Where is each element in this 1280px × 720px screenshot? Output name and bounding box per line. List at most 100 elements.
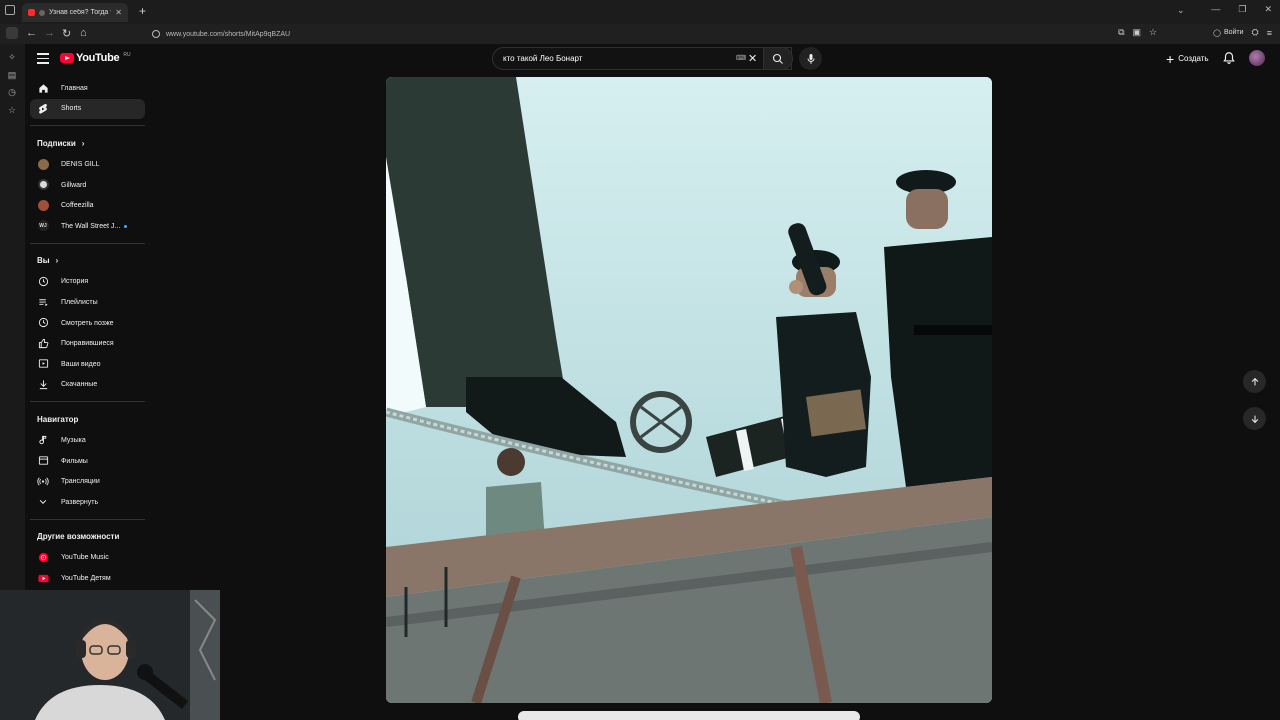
music-icon — [37, 434, 49, 446]
bookmark-star-icon[interactable]: ☆ — [1149, 27, 1157, 38]
account-avatar[interactable] — [1249, 50, 1265, 66]
logo-region: RU — [123, 52, 131, 58]
search-query: кто такой Лео Бонарт — [503, 54, 583, 63]
sidebar-item-music[interactable]: Музыка — [30, 430, 145, 451]
close-window-button[interactable]: ✕ — [1264, 4, 1272, 15]
screen: Узнав себя? Тогда ты не о... ✕ + ⌄ — ❐ ✕… — [0, 0, 1280, 720]
new-tab-button[interactable]: + — [139, 4, 146, 18]
sidebar-item-youtube-kids[interactable]: YouTube Детям — [30, 568, 145, 589]
history-rail-icon[interactable]: ◷ — [7, 87, 17, 97]
audio-playing-icon[interactable] — [39, 9, 45, 16]
sidebar-item-your-videos[interactable]: Ваши видео — [30, 354, 145, 375]
sidebar-item-label: Shorts — [61, 105, 82, 113]
clear-search-icon[interactable]: ✕ — [748, 52, 757, 65]
sidebar-item-history[interactable]: История — [30, 272, 145, 293]
close-tab-icon[interactable]: ✕ — [115, 8, 122, 17]
sidebar-item-subscription[interactable]: DENIS GILL — [30, 154, 145, 175]
forward-button[interactable]: → — [44, 27, 55, 39]
sidebar-item-label: Фильмы — [61, 457, 88, 465]
create-button[interactable]: + Создать — [1160, 49, 1215, 68]
sidebar-item-label: История — [61, 278, 89, 286]
search-button[interactable] — [763, 47, 793, 70]
section-title: Другие возможности — [37, 532, 120, 541]
youtube-logo[interactable]: YouTube RU — [60, 52, 131, 64]
sidebar-item-label: Смотреть позже — [61, 319, 114, 327]
logo-text: YouTube — [76, 52, 120, 64]
tabs-dropdown-icon[interactable]: ⌄ — [1177, 5, 1185, 16]
sidebar-item-youtube-music[interactable]: YouTube Music — [30, 548, 145, 569]
movies-icon — [37, 455, 49, 467]
sidebar-panel-icon[interactable] — [6, 27, 18, 39]
sidebar-item-subscription[interactable]: Gillward — [30, 175, 145, 196]
sidebar-item-home[interactable]: Главная — [30, 78, 145, 99]
toolbar-right: ⧉ ▣ ☆ ◯ Войти ⛭ ≡ — [1118, 27, 1272, 38]
guide-sidebar: Главная Shorts Подписки › DENIS GILL Gill… — [30, 78, 145, 589]
sidebar-item-playlists[interactable]: Плейлисты — [30, 292, 145, 313]
sidebar-item-watch-later[interactable]: Смотреть позже — [30, 313, 145, 334]
divider — [30, 401, 145, 403]
webcam-overlay — [0, 590, 220, 720]
address-bar[interactable]: www.youtube.com/shorts/MitAp9qBZAU — [152, 27, 290, 41]
favorites-rail-icon[interactable]: ☆ — [7, 105, 17, 115]
ai-assistant-icon[interactable]: ✧ — [7, 52, 17, 62]
explore-header: Навигатор — [30, 408, 145, 430]
watch-later-icon — [37, 317, 49, 329]
sidebar-item-label: Плейлисты — [61, 298, 98, 306]
youtube-kids-icon — [37, 572, 49, 584]
sidebar-toggle-icon[interactable] — [5, 5, 15, 15]
channel-name: The Wall Street J... — [61, 222, 121, 230]
sidebar-item-live[interactable]: Трансляции — [30, 471, 145, 492]
voice-search-button[interactable] — [799, 47, 822, 70]
chevron-down-icon — [37, 496, 49, 508]
search-input[interactable]: кто такой Лео Бонарт ⌨ ✕ — [492, 47, 792, 70]
video-frame — [386, 77, 992, 703]
site-info-icon[interactable] — [152, 30, 160, 38]
sidebar-item-liked[interactable]: Понравившиеся — [30, 333, 145, 354]
reload-button[interactable]: ↻ — [62, 27, 71, 40]
browser-login-button[interactable]: ◯ Войти — [1213, 29, 1243, 37]
youtube-play-icon — [60, 53, 74, 63]
maximize-button[interactable]: ❐ — [1238, 4, 1246, 15]
playlists-icon — [37, 296, 49, 308]
browser-tab[interactable]: Узнав себя? Тогда ты не о... ✕ — [22, 3, 128, 22]
plus-icon: + — [1166, 50, 1175, 67]
you-header[interactable]: Вы › — [30, 250, 145, 272]
microphone-icon — [807, 53, 814, 64]
section-title: Навигатор — [37, 414, 79, 424]
channel-avatar — [37, 158, 49, 170]
download-icon — [37, 379, 49, 391]
next-short-button[interactable] — [1243, 407, 1266, 430]
previous-short-button[interactable] — [1243, 370, 1266, 393]
sidebar-item-subscription[interactable]: Coffeezilla — [30, 195, 145, 216]
sidebar-item-subscription[interactable]: WJ The Wall Street J... — [30, 216, 145, 237]
notifications-bell-icon[interactable] — [1222, 51, 1236, 65]
sidebar-item-label: Развернуть — [61, 498, 99, 506]
subscriptions-header[interactable]: Подписки › — [30, 132, 145, 154]
back-button[interactable]: ← — [26, 27, 37, 39]
divider — [30, 125, 145, 127]
divider — [30, 242, 145, 244]
channel-avatar — [37, 179, 49, 191]
your-videos-icon — [37, 358, 49, 370]
extensions-icon[interactable]: ⛭ — [1252, 27, 1259, 38]
sidebar-item-movies[interactable]: Фильмы — [30, 451, 145, 472]
sidebar-item-label: YouTube Детям — [61, 574, 111, 582]
next-short-preview[interactable] — [518, 711, 860, 720]
create-label: Создать — [1178, 54, 1209, 63]
sidebar-item-label: Скачанные — [61, 381, 98, 389]
sidebar-item-downloads[interactable]: Скачанные — [30, 375, 145, 396]
minimize-button[interactable]: — — [1211, 4, 1220, 15]
sidebar-item-label: YouTube Music — [61, 554, 109, 562]
sidebar-item-shorts[interactable]: Shorts — [30, 98, 145, 120]
reader-mode-icon[interactable]: ▣ — [1133, 27, 1142, 38]
sidebar-item-show-more[interactable]: Развернуть — [30, 492, 145, 513]
browser-menu-icon[interactable]: ≡ — [1267, 28, 1272, 38]
channel-name: DENIS GILL — [61, 160, 100, 168]
guide-menu-button[interactable] — [37, 53, 49, 64]
keyboard-icon[interactable]: ⌨ — [736, 54, 746, 62]
reading-list-icon[interactable]: ▤ — [7, 70, 17, 80]
sidebar-item-label: Главная — [61, 84, 88, 92]
home-button[interactable]: ⌂ — [80, 27, 87, 39]
install-app-icon[interactable]: ⧉ — [1118, 27, 1124, 38]
shorts-video-player[interactable] — [386, 77, 992, 703]
